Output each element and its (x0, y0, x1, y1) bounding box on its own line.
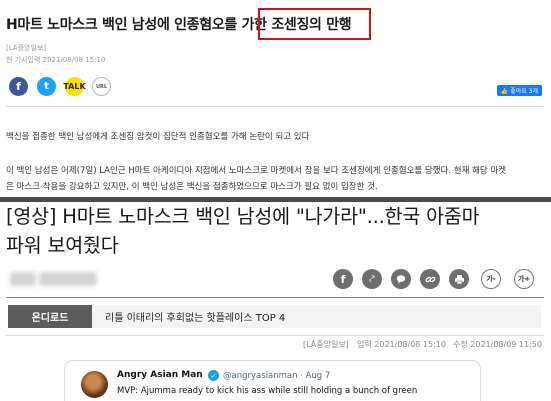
avatar[interactable] (81, 371, 108, 398)
verified-badge-icon: ✓ (208, 370, 219, 381)
chain-link-icon (425, 276, 435, 282)
promo-tag: 온디로드 (8, 305, 92, 328)
chat-bubble-icon (396, 275, 406, 284)
meta-source: [LA중앙일보] (303, 340, 349, 349)
divider (6, 335, 544, 336)
kakaotalk-share-icon[interactable]: TALK (63, 77, 86, 96)
promo-link[interactable]: 리틀 이태리의 후회없는 핫플레이스 TOP 4 (105, 305, 285, 328)
red-highlight-box (258, 8, 371, 40)
facebook-like-button[interactable]: 👍 좋아요 3개 (496, 85, 542, 96)
meta-input-date: 입력 2021/08/08 15:10 (357, 340, 446, 349)
divider (6, 106, 544, 107)
article-date: 현 기사입력 2021/08/08 15:10 (6, 56, 106, 64)
article-body: 이 백인 남성은 어제(7일) LA인근 H마트 아케이디아 지점에서 노마스크… (6, 163, 546, 195)
font-increase-button[interactable]: 가+ (514, 269, 534, 289)
tweet-handle[interactable]: @angryasianman · Aug 7 (223, 371, 330, 381)
link-icon[interactable] (420, 269, 440, 289)
article-source: [LA중앙일보] (6, 44, 47, 52)
body-line: 이 백인 남성은 어제(7일) LA인근 H마트 아케이디아 지점에서 노마스크… (6, 166, 507, 176)
body-line: 은 마스크 착용을 강요하고 있지만, 이 백인 남성은 백신을 접종하였으므로… (6, 182, 378, 192)
facebook-share-icon[interactable]: f (9, 77, 28, 96)
meta-edit-date: 수정 2021/08/09 11:50 (453, 340, 542, 349)
article-title: [영상] H마트 노마스크 백인 남성에 "나가라"...한국 아줌마 파워 보… (6, 202, 546, 260)
print-icon[interactable] (449, 269, 469, 289)
facebook-icon[interactable]: f (333, 269, 353, 289)
tweet-text: MVP: Ajumma ready to kick his ass while … (117, 386, 418, 396)
article-bottom-screenshot: [영상] H마트 노마스크 백인 남성에 "나가라"...한국 아줌마 파워 보… (0, 202, 551, 401)
title-line: [영상] H마트 노마스크 백인 남성에 "나가라"...한국 아줌마 (6, 205, 480, 228)
promo-row[interactable]: 온디로드 리틀 이태리의 후회없는 핫플레이스 TOP 4 (8, 305, 541, 328)
divider (6, 297, 544, 298)
headline-text: H마트 노마스크 백인 남성에 인종혐오를 가한 (6, 17, 272, 33)
twitter-share-icon[interactable]: t (37, 77, 56, 96)
tweet-author-name[interactable]: Angry Asian Man (117, 370, 203, 380)
article-top-screenshot: H마트 노마스크 백인 남성에 인종혐오를 가한 조센징의 만행 [LA중앙일보… (0, 0, 551, 197)
chat-icon[interactable] (391, 269, 411, 289)
url-copy-icon[interactable]: URL (92, 77, 111, 96)
share-icon[interactable]: ⤤ (362, 269, 382, 289)
font-decrease-button[interactable]: 가- (481, 269, 501, 289)
embedded-tweet[interactable]: Angry Asian Man ✓ @angryasianman · Aug 7… (64, 360, 481, 401)
blurred-author-byline (10, 268, 100, 290)
article-summary: 백신을 접종한 백인 남성에게 조센징 암컷이 집단적 인종혐오를 가해 논란이… (6, 132, 310, 142)
title-line: 파워 보여줬다 (6, 234, 119, 257)
printer-icon (454, 274, 464, 284)
